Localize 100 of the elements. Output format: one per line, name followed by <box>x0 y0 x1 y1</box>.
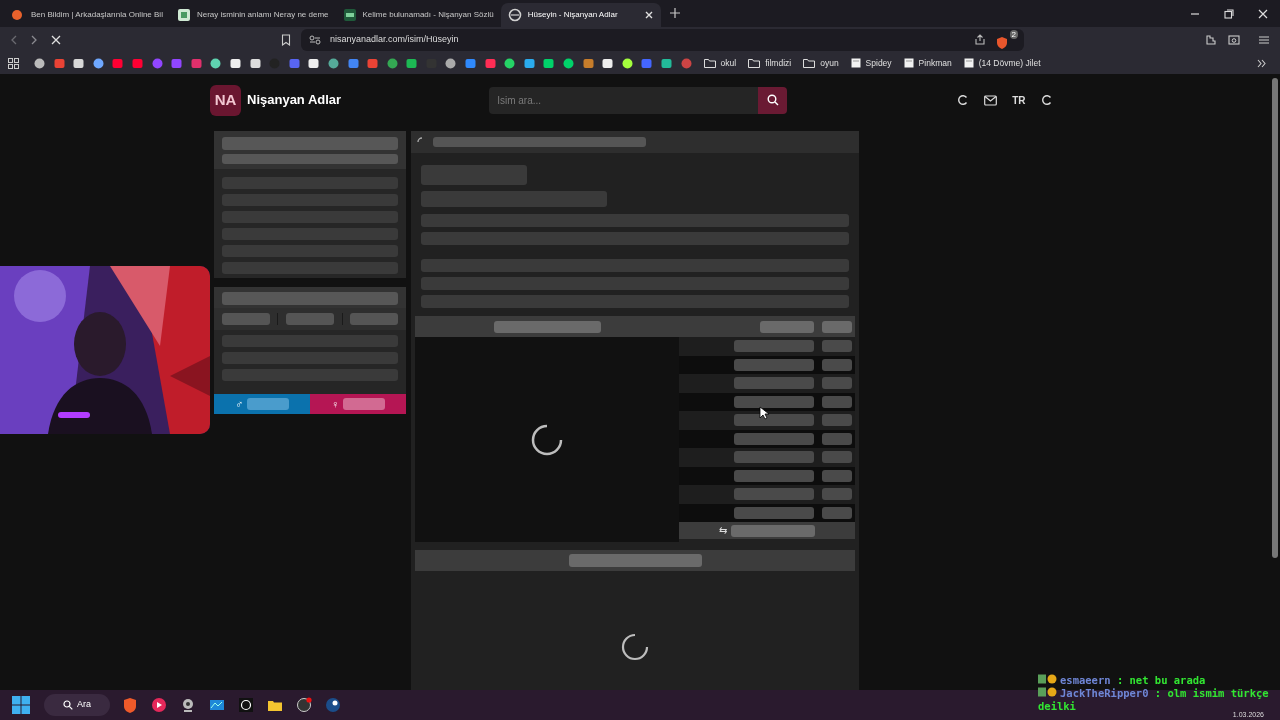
search-field[interactable]: İsim ara... <box>489 86 759 114</box>
bookmark-favicon-icon[interactable] <box>661 57 672 69</box>
female-tab[interactable]: ♀ <box>310 394 406 414</box>
search-icon <box>766 94 779 106</box>
search-button[interactable] <box>758 86 788 114</box>
bookmark-item[interactable]: filmdizi <box>748 56 792 70</box>
male-tab[interactable]: ♂ <box>214 394 310 414</box>
more-bookmarks-icon[interactable] <box>1257 58 1266 68</box>
tab-favicon-icon <box>176 8 191 22</box>
folder-icon <box>703 58 716 68</box>
webcam-app-icon[interactable] <box>180 697 196 713</box>
browser-tab[interactable]: Ben Bildim | Arkadaşlarınla Online Bil <box>4 3 170 27</box>
refresh-icon[interactable] <box>1040 94 1053 106</box>
skeleton-bar <box>822 506 852 519</box>
shield-app-icon[interactable] <box>122 697 138 713</box>
record-app-icon[interactable] <box>296 697 312 713</box>
back-icon[interactable] <box>9 34 19 45</box>
bookmark-favicon-icon[interactable] <box>327 57 339 69</box>
close-tab-icon[interactable] <box>643 10 654 20</box>
skeleton-bar <box>822 451 852 464</box>
skeleton-bar <box>822 358 852 371</box>
skeleton-bar <box>822 488 852 501</box>
bookmark-favicon-icon[interactable] <box>406 57 418 69</box>
site-title[interactable]: Nişanyan Adlar <box>247 90 342 110</box>
loading-spinner-icon <box>621 633 649 661</box>
bookmark-favicon-icon[interactable] <box>543 57 555 69</box>
close-window-icon[interactable] <box>1258 9 1268 19</box>
bookmark-item[interactable]: Spidey <box>850 56 892 70</box>
forward-icon[interactable] <box>29 34 39 45</box>
chat-message: esmaeern : net bu arada <box>1060 674 1206 686</box>
chat-message: JackTheRipper0 : olm ismim türkçe <box>1060 687 1269 699</box>
apps-icon[interactable] <box>8 57 19 69</box>
bookmark-item[interactable]: Pinkman <box>903 56 952 70</box>
bookmark-item[interactable]: oyun <box>803 56 839 70</box>
url-text: nisanyanadlar.com/isim/Hüseyin <box>330 32 459 46</box>
chat-badge-icon <box>1038 674 1058 684</box>
swap-symbol[interactable]: ⇆ <box>719 523 727 538</box>
bookmark-icon[interactable] <box>281 33 291 46</box>
bookmark-favicon-icon[interactable] <box>73 57 85 69</box>
bookmark-favicon-icon[interactable] <box>445 57 457 69</box>
menu-icon[interactable] <box>1258 33 1270 46</box>
page-icon <box>963 58 974 68</box>
language-button[interactable]: TR <box>1012 92 1026 108</box>
bookmark-favicon-icon[interactable] <box>34 57 45 69</box>
site-settings-icon[interactable] <box>309 34 321 45</box>
male-symbol: ♂ <box>234 396 244 412</box>
bookmark-favicon-icon[interactable] <box>210 57 222 69</box>
skeleton-bar <box>822 432 852 445</box>
page-icon <box>850 58 861 68</box>
skeleton-bar <box>822 340 852 353</box>
bookmark-favicon-icon[interactable] <box>602 57 614 69</box>
skeleton-bar <box>343 398 386 410</box>
skeleton-bar <box>822 320 852 333</box>
bookmark-item[interactable]: okul <box>703 56 737 70</box>
circle-app-icon[interactable] <box>238 697 254 713</box>
site-logo[interactable]: NA <box>210 84 241 116</box>
female-symbol: ♀ <box>330 396 340 412</box>
bookmark-favicon-icon[interactable] <box>621 57 633 69</box>
bookmark-favicon-icon[interactable] <box>504 57 516 69</box>
bookmark-favicon-icon[interactable] <box>229 57 241 69</box>
browser-tab[interactable]: Neray isminin anlamı Neray ne deme <box>169 3 336 27</box>
skeleton-bar <box>822 377 852 390</box>
skeleton-bar <box>247 398 290 410</box>
shield-icon <box>996 35 1008 50</box>
tab-favicon-icon <box>507 8 522 22</box>
folder-icon <box>803 58 816 68</box>
chart-app-icon[interactable] <box>209 697 225 713</box>
play-app-icon[interactable] <box>151 697 167 713</box>
tab-favicon-icon <box>11 8 25 22</box>
share-icon[interactable] <box>974 34 986 45</box>
bookmark-item[interactable]: (14 Dövme) Jilet <box>963 56 1041 70</box>
bookmark-favicon-icon[interactable] <box>523 57 535 69</box>
browser-tab[interactable]: Hüseyin - Nişanyan Adlar <box>500 3 661 27</box>
bookmark-favicon-icon[interactable] <box>92 57 104 69</box>
bookmark-favicon-icon[interactable] <box>249 57 261 69</box>
shield-count: 2 <box>1009 29 1018 39</box>
skeleton-bar <box>286 313 334 325</box>
shield-button[interactable]: 2 <box>996 29 1018 50</box>
loading-spinner-icon <box>530 422 564 457</box>
skeleton-bar <box>822 469 852 482</box>
mouse-cursor-icon <box>759 406 769 420</box>
folder-icon <box>748 58 761 68</box>
skeleton-bar <box>822 414 852 427</box>
scrollbar-thumb[interactable] <box>1272 78 1278 558</box>
start-icon[interactable] <box>12 696 30 714</box>
restore-icon[interactable] <box>1224 9 1234 19</box>
skeleton-bar <box>760 320 814 333</box>
chat-message: deilki <box>1038 700 1076 712</box>
mail-icon[interactable] <box>984 94 998 106</box>
page-icon <box>903 58 914 68</box>
address-field[interactable]: nisanyanadlar.com/isim/Hüseyin 2 <box>301 28 1024 51</box>
stop-loading-icon[interactable] <box>51 34 61 45</box>
new-tab-icon[interactable] <box>668 7 681 19</box>
skeleton-bar <box>350 313 399 325</box>
skeleton-bar <box>221 313 270 325</box>
bookmark-favicon-icon[interactable] <box>563 57 575 69</box>
refresh-icon[interactable] <box>957 94 970 106</box>
browser-tab[interactable]: Kelime bulunamadı - Nişanyan Sözlü <box>335 3 501 27</box>
taskbar-search[interactable]: Ara <box>44 694 110 716</box>
bookmark-favicon-icon[interactable] <box>308 57 320 69</box>
